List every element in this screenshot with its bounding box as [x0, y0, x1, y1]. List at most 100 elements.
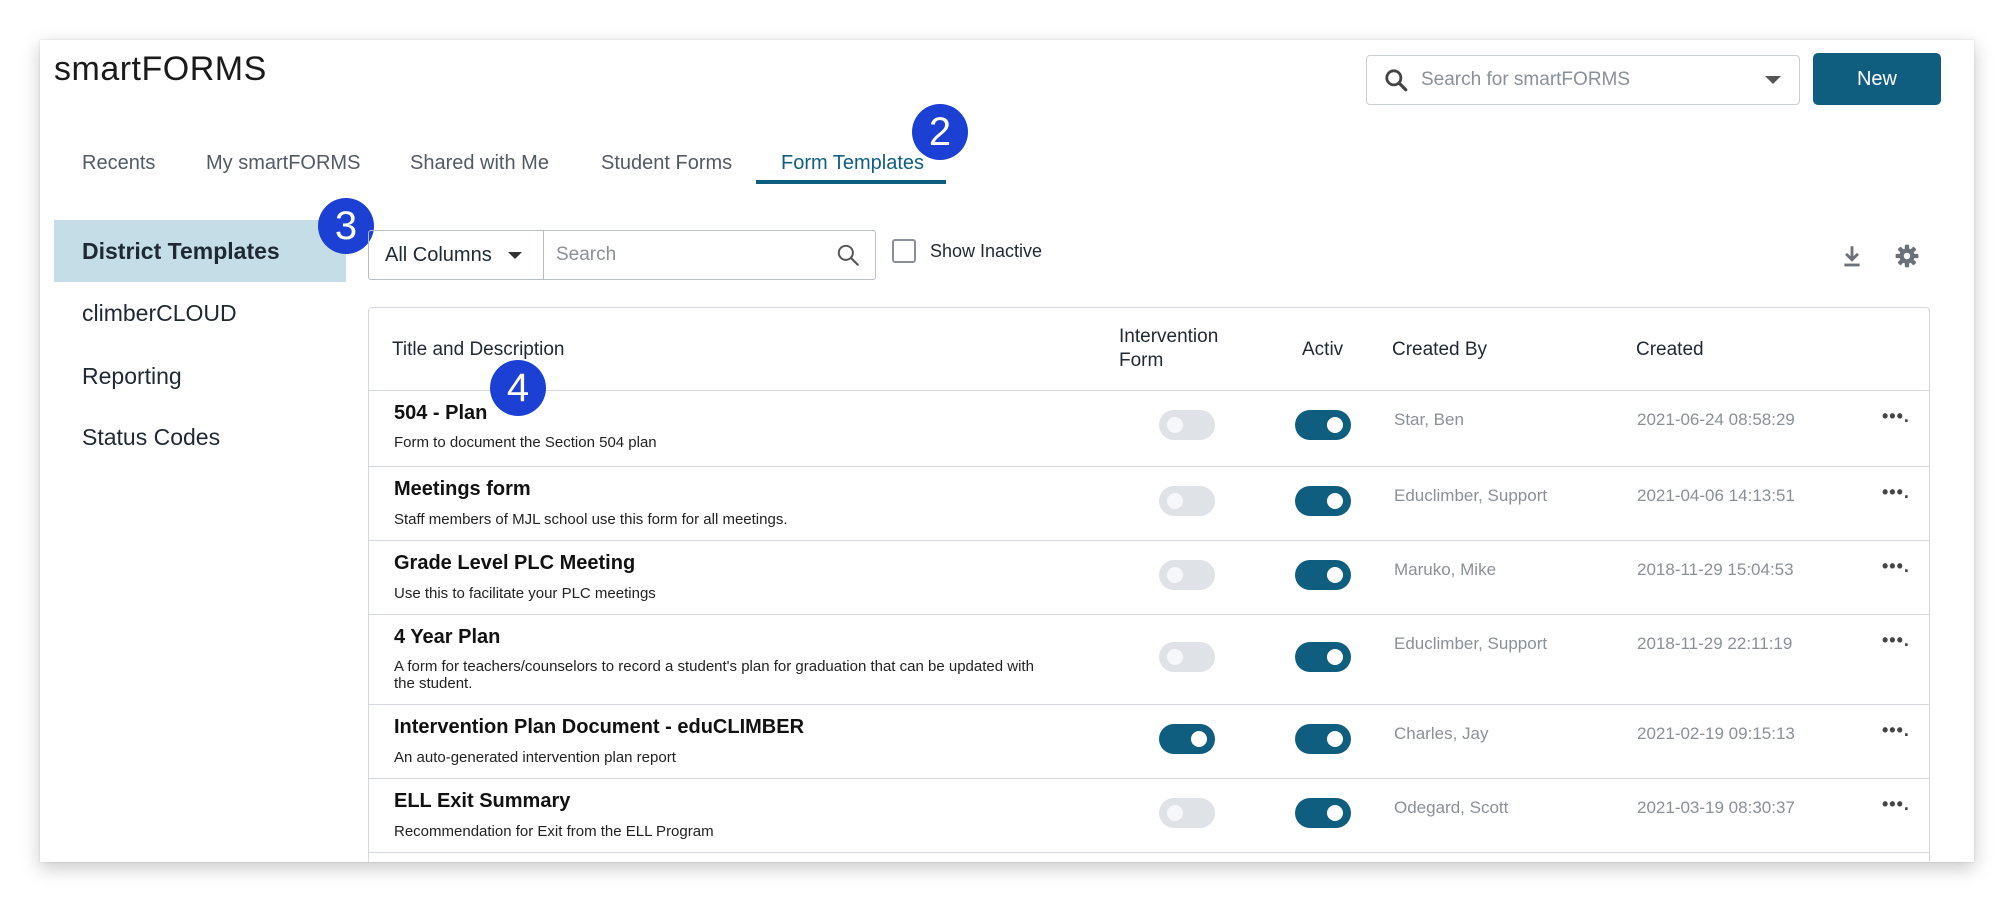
row-title[interactable]: Intervention Plan Document - eduCLIMBER	[394, 716, 804, 739]
row-description: Form to document the Section 504 plan	[394, 434, 657, 451]
callout-badge-3: 3	[318, 198, 374, 254]
toggle-knob	[1327, 731, 1343, 747]
table-row[interactable]: 4 Year Plan A form for teachers/counselo…	[369, 614, 1929, 705]
global-search-combobox[interactable]: Search for smartFORMS	[1366, 55, 1800, 105]
toggle-knob	[1167, 493, 1183, 509]
show-inactive-label: Show Inactive	[930, 240, 1043, 261]
tab-form-templates[interactable]: Form Templates	[781, 152, 924, 175]
more-options-icon[interactable]: •••.	[1882, 720, 1910, 741]
column-header-title[interactable]: Title and Description	[392, 338, 564, 362]
more-options-icon[interactable]: •••.	[1882, 482, 1910, 503]
row-created-by: Educlimber, Support	[1394, 634, 1548, 653]
row-created-by: Maruko, Mike	[1394, 560, 1497, 579]
toggle-knob	[1327, 805, 1343, 821]
row-description: A form for teachers/counselors to record…	[394, 658, 1034, 692]
row-title[interactable]: Grade Level PLC Meeting	[394, 552, 635, 575]
tab-shared-with-me[interactable]: Shared with Me	[410, 152, 549, 175]
column-header-active[interactable]: Activ	[1302, 338, 1343, 362]
toggle-knob	[1191, 731, 1207, 747]
show-inactive-checkbox[interactable]	[892, 239, 916, 263]
row-created: 2018-11-29 15:04:53	[1637, 560, 1794, 579]
intervention-form-toggle[interactable]	[1159, 560, 1215, 590]
table-search-input[interactable]: Search	[544, 231, 875, 279]
table-search-placeholder: Search	[556, 244, 617, 265]
templates-table: Title and Description Intervention Form …	[368, 307, 1930, 862]
active-toggle[interactable]	[1295, 724, 1351, 754]
table-row[interactable]: ELL Exit Summary Recommendation for Exit…	[369, 778, 1929, 853]
row-created: 2018-11-29 22:11:19	[1637, 634, 1793, 653]
global-search-placeholder: Search for smartFORMS	[1421, 69, 1631, 90]
table-row[interactable]: Meetings form Staff members of MJL schoo…	[369, 466, 1929, 541]
row-created: 2021-03-19 08:30:37	[1637, 798, 1795, 817]
table-row[interactable]: Grade Level PLC Meeting Use this to faci…	[369, 540, 1929, 615]
column-header-created[interactable]: Created	[1636, 338, 1704, 362]
toggle-knob	[1167, 417, 1183, 433]
more-options-icon[interactable]: •••.	[1882, 406, 1910, 427]
intervention-form-toggle[interactable]	[1159, 410, 1215, 440]
row-created-by: Star, Ben	[1394, 410, 1464, 429]
row-created-by: Odegard, Scott	[1394, 798, 1509, 817]
intervention-form-toggle[interactable]	[1159, 724, 1215, 754]
sidebar-item-climbercloud[interactable]: climberCLOUD	[54, 282, 346, 344]
app-title: smartFORMS	[54, 50, 267, 88]
column-filter-value: All Columns	[385, 243, 492, 266]
sidebar-item-reporting[interactable]: Reporting	[54, 345, 346, 407]
more-options-icon[interactable]: •••.	[1882, 630, 1910, 651]
app-window: smartFORMS Search for smartFORMS New Rec…	[40, 40, 1974, 862]
callout-badge-2: 2	[912, 104, 968, 160]
search-icon	[1385, 69, 1408, 92]
active-toggle[interactable]	[1295, 486, 1351, 516]
new-button[interactable]: New	[1813, 53, 1941, 105]
tab-my-smartforms[interactable]: My smartFORMS	[206, 152, 360, 175]
row-description: An auto-generated intervention plan repo…	[394, 749, 676, 766]
toggle-knob	[1167, 567, 1183, 583]
chevron-down-icon	[507, 251, 522, 259]
column-header-intervention[interactable]: Intervention Form	[1119, 325, 1218, 373]
more-options-icon[interactable]: •••.	[1882, 794, 1910, 815]
toggle-knob	[1327, 567, 1343, 583]
active-tab-indicator	[756, 180, 946, 184]
intervention-form-toggle[interactable]	[1159, 486, 1215, 516]
sidebar-item-status-codes[interactable]: Status Codes	[54, 406, 346, 468]
table-row[interactable]: Intervention Plan Document - eduCLIMBER …	[369, 704, 1929, 779]
callout-badge-4: 4	[490, 360, 546, 416]
active-toggle[interactable]	[1295, 560, 1351, 590]
row-description: Staff members of MJL school use this for…	[394, 511, 788, 528]
toggle-knob	[1327, 493, 1343, 509]
column-header-intervention-line2: Form	[1119, 350, 1164, 371]
gear-icon[interactable]	[1894, 243, 1920, 269]
row-description: Use this to facilitate your PLC meetings	[394, 585, 656, 602]
tab-student-forms[interactable]: Student Forms	[601, 152, 732, 175]
column-filter-select[interactable]: All Columns	[369, 231, 544, 279]
row-title[interactable]: 4 Year Plan	[394, 626, 500, 649]
tab-recents[interactable]: Recents	[82, 152, 155, 175]
row-title[interactable]: Meetings form	[394, 478, 531, 501]
row-created-by: Charles, Jay	[1394, 724, 1489, 743]
column-header-created-by[interactable]: Created By	[1392, 338, 1487, 362]
intervention-form-toggle[interactable]	[1159, 798, 1215, 828]
toggle-knob	[1167, 649, 1183, 665]
active-toggle[interactable]	[1295, 642, 1351, 672]
row-created-by: Educlimber, Support	[1394, 486, 1548, 505]
row-title[interactable]: ELL Exit Summary	[394, 790, 570, 813]
toggle-knob	[1327, 649, 1343, 665]
row-description: Recommendation for Exit from the ELL Pro…	[394, 823, 714, 840]
search-icon[interactable]	[835, 242, 861, 268]
row-created: 2021-06-24 08:58:29	[1637, 410, 1795, 429]
row-created: 2021-04-06 14:13:51	[1637, 486, 1795, 505]
column-header-intervention-line1: Intervention	[1119, 326, 1219, 347]
row-created: 2021-02-19 09:15:13	[1637, 724, 1795, 743]
table-header: Title and Description Intervention Form …	[369, 308, 1929, 391]
toggle-knob	[1167, 805, 1183, 821]
table-row[interactable]: 504 - Plan Form to document the Section …	[369, 390, 1929, 467]
show-inactive-toggle[interactable]: Show Inactive	[892, 239, 1042, 263]
more-options-icon[interactable]: •••.	[1882, 556, 1910, 577]
active-toggle[interactable]	[1295, 798, 1351, 828]
sidebar-item-district-templates[interactable]: District Templates	[54, 220, 346, 282]
intervention-form-toggle[interactable]	[1159, 642, 1215, 672]
download-icon[interactable]	[1839, 243, 1865, 269]
table-filter: All Columns Search	[368, 230, 876, 280]
chevron-down-icon[interactable]	[1765, 76, 1781, 84]
row-title[interactable]: 504 - Plan	[394, 402, 487, 425]
active-toggle[interactable]	[1295, 410, 1351, 440]
